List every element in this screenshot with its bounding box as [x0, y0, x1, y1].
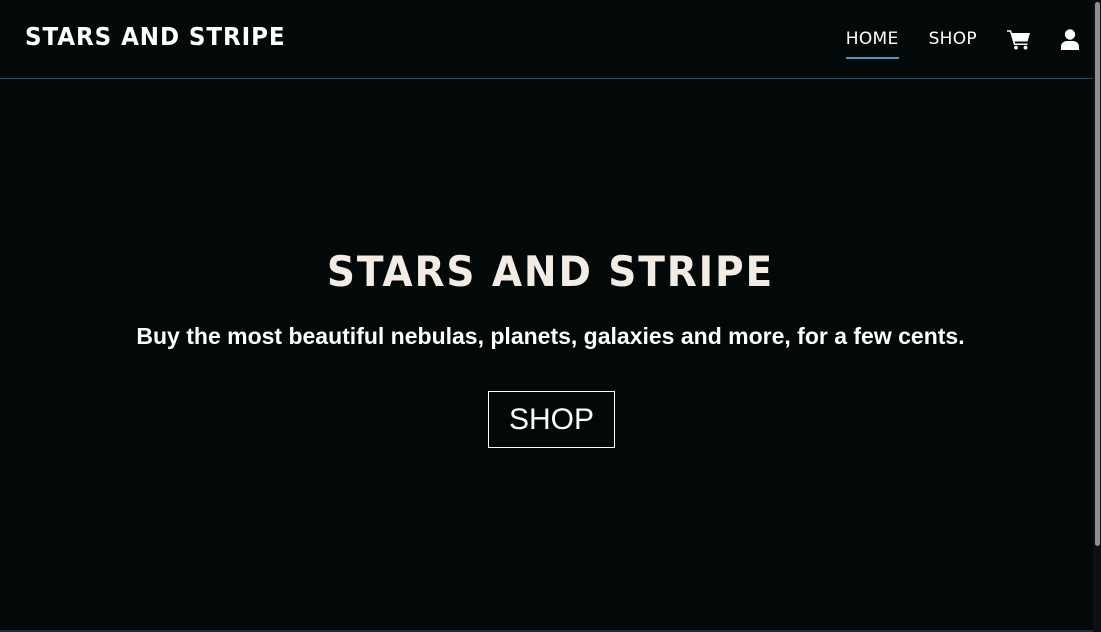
cart-icon: [1007, 29, 1031, 50]
nav-link-home[interactable]: HOME: [845, 25, 899, 59]
scrollbar-track[interactable]: [1093, 0, 1101, 632]
brand-logo-link[interactable]: STARS AND STRIPE: [25, 22, 286, 51]
navbar: STARS AND STRIPE HOME SHOP: [0, 0, 1101, 79]
hero-subtitle: Buy the most beautiful nebulas, planets,…: [136, 323, 965, 349]
scrollbar-thumb[interactable]: [1095, 2, 1100, 546]
shop-button[interactable]: SHOP: [488, 391, 615, 448]
nav-link-shop[interactable]: SHOP: [929, 25, 977, 53]
hero-section: STARS AND STRIPE Buy the most beautiful …: [0, 79, 1101, 632]
nav-links: HOME SHOP: [816, 0, 1079, 78]
cart-button[interactable]: [1007, 29, 1031, 50]
hero-title: STARS AND STRIPE: [326, 247, 775, 296]
user-icon: [1061, 28, 1079, 50]
account-button[interactable]: [1061, 28, 1079, 50]
